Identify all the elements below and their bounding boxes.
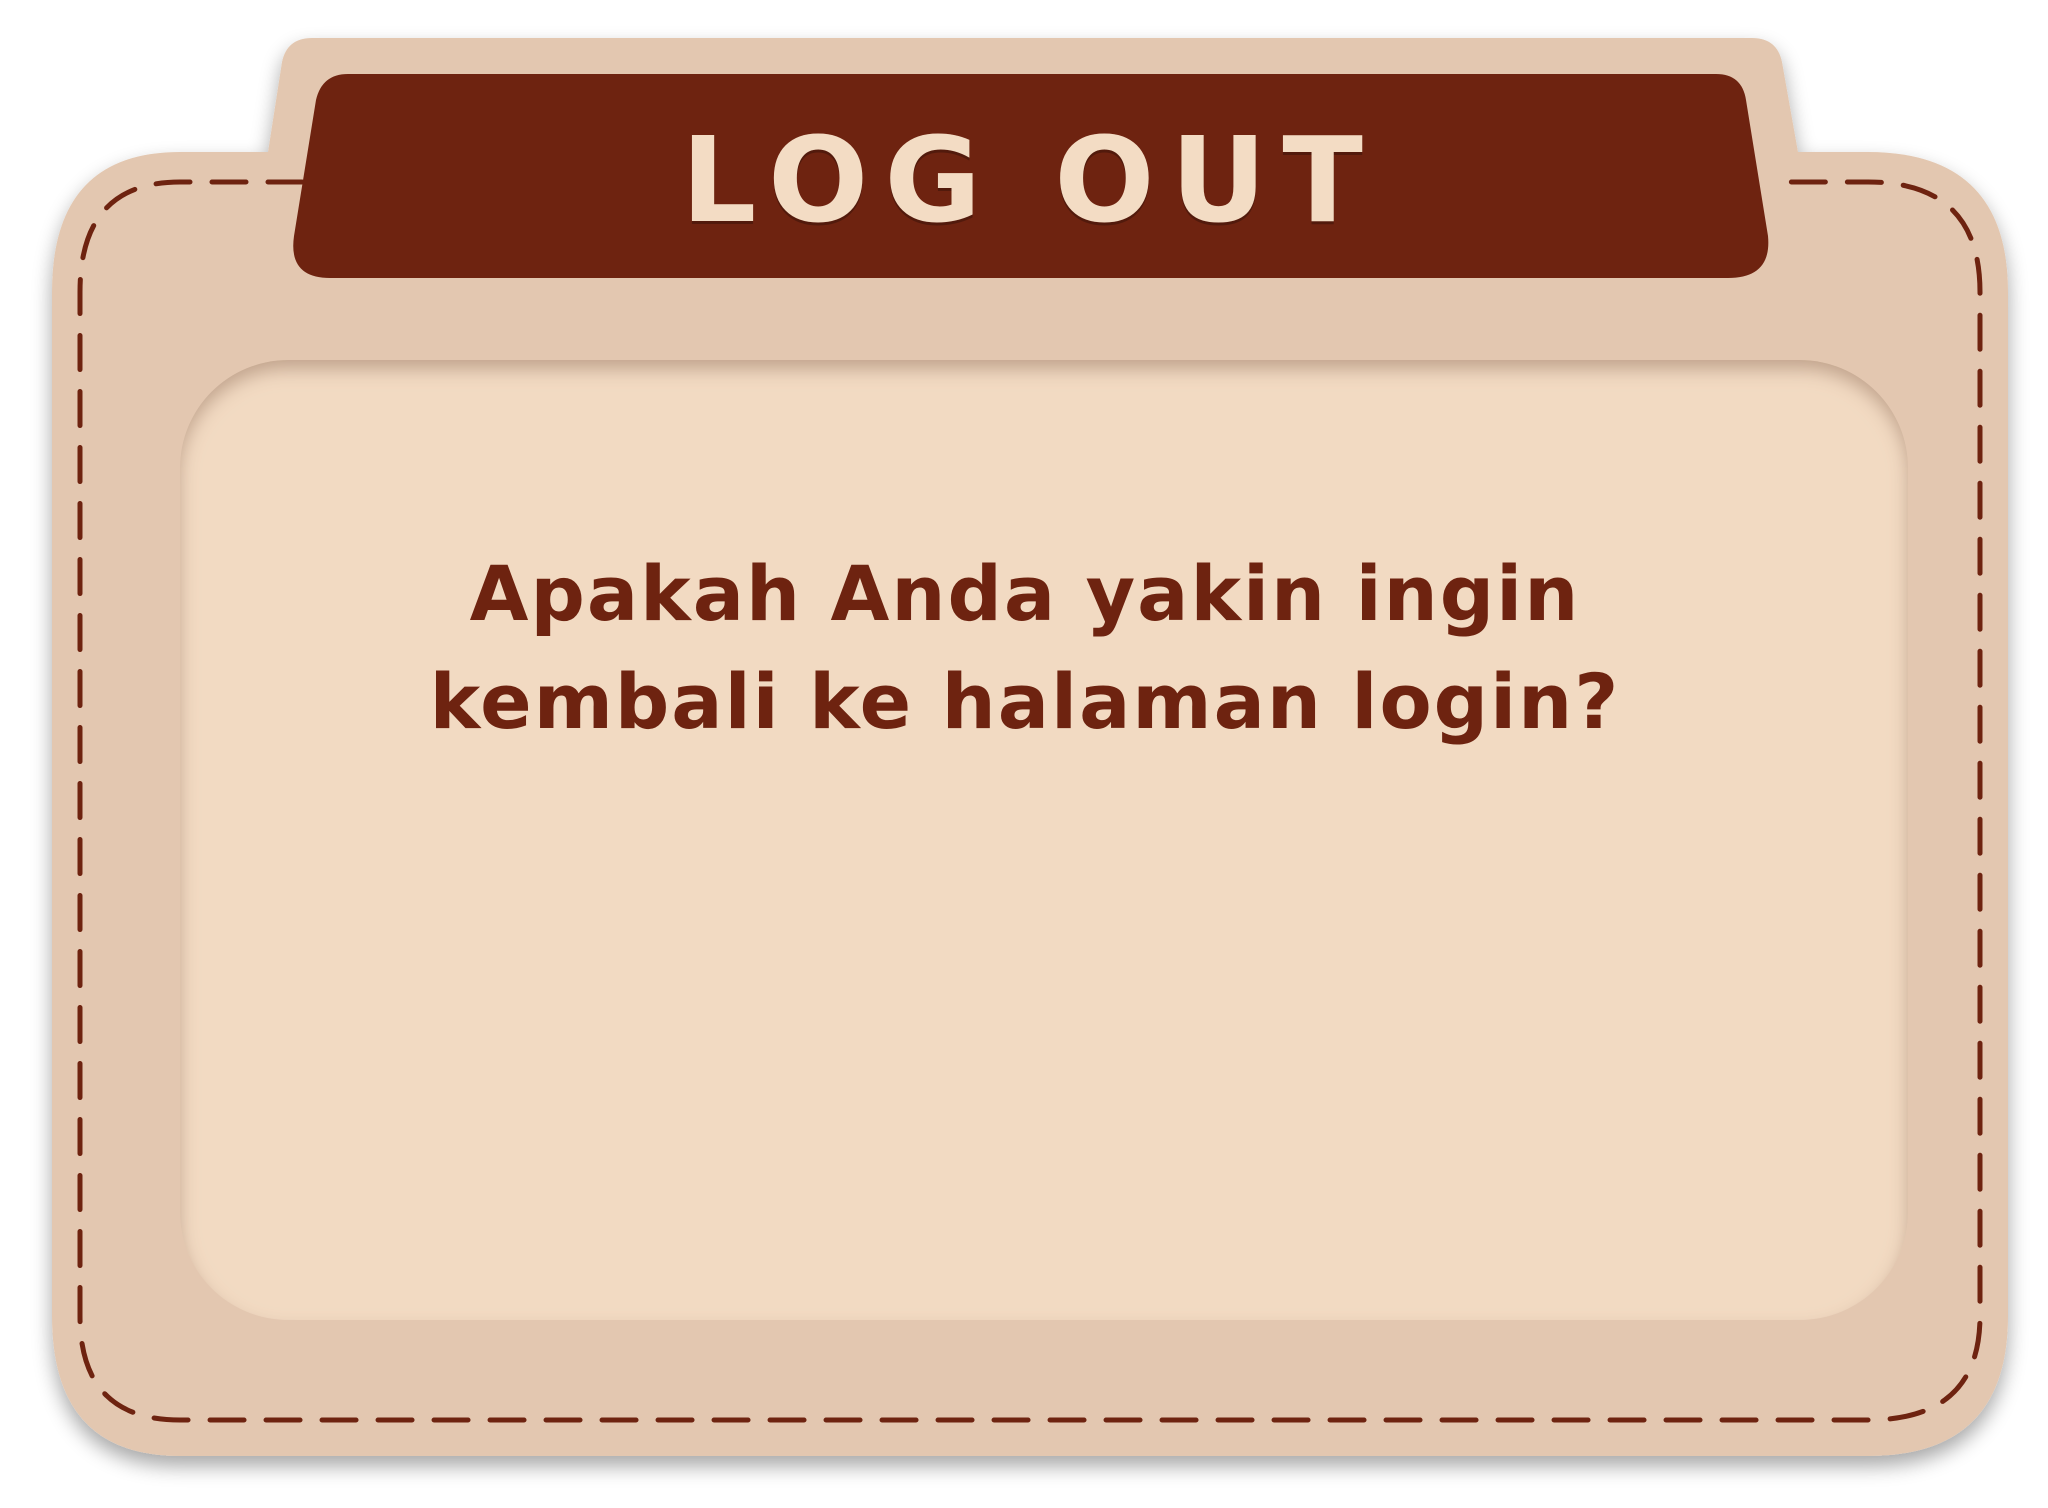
dialog-title: LOG OUT bbox=[681, 111, 1379, 249]
logout-dialog: LOG OUT Apakah Anda yakin ingin kembali … bbox=[0, 0, 2048, 1508]
dialog-message: Apakah Anda yakin ingin kembali ke halam… bbox=[240, 540, 1810, 756]
message-line-2: kembali ke halaman login? bbox=[429, 657, 1621, 746]
message-line-1: Apakah Anda yakin ingin bbox=[469, 549, 1581, 638]
inner-panel bbox=[180, 360, 1908, 1320]
